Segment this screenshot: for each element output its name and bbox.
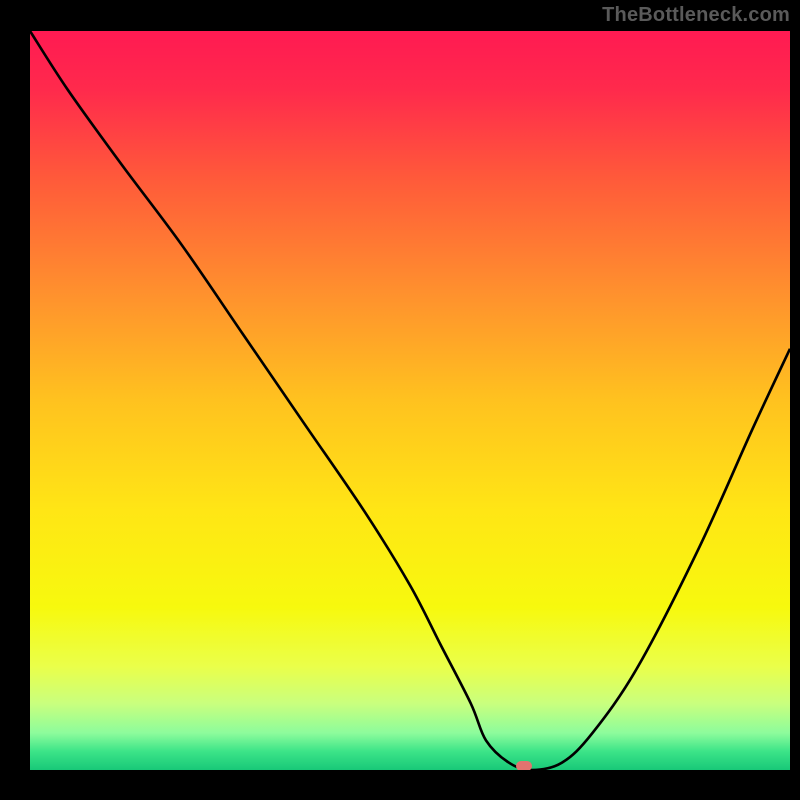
plot-area <box>30 30 790 770</box>
optimal-point-marker <box>516 761 532 770</box>
bottleneck-curve <box>30 31 790 770</box>
chart-frame: TheBottleneck.com <box>0 0 800 800</box>
watermark-text: TheBottleneck.com <box>602 4 790 27</box>
